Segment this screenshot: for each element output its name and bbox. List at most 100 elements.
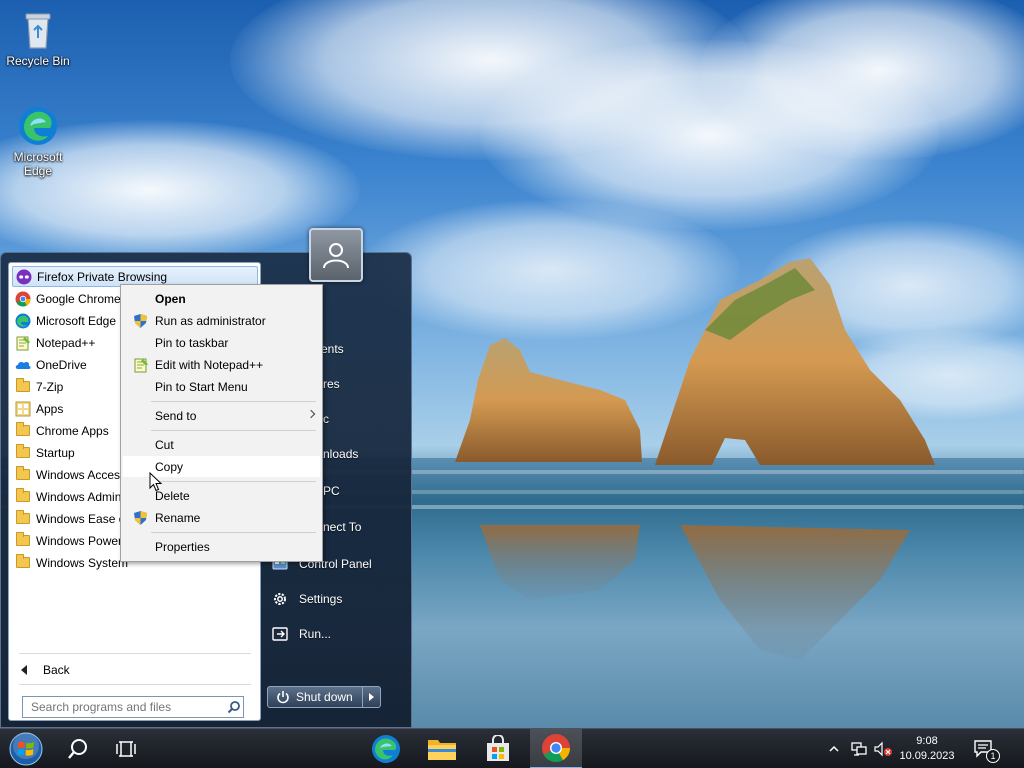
task-view-icon (116, 741, 136, 757)
context-item-label: Rename (155, 510, 201, 525)
edge-icon (372, 735, 400, 763)
onedrive-icon (15, 357, 31, 373)
program-label: Firefox Private Browsing (37, 269, 168, 284)
chrome-icon (542, 734, 570, 762)
file-explorer-icon (428, 740, 456, 760)
right-item-label: res (323, 377, 340, 391)
right-item-label: nect To (323, 520, 362, 534)
edge-icon (16, 104, 60, 148)
taskbar-file-explorer-button[interactable] (418, 729, 466, 768)
taskbar-chrome-button[interactable] (530, 729, 582, 768)
context-item-label: Pin to taskbar (155, 335, 229, 350)
recycle-bin-icon (16, 8, 60, 52)
volume-muted-icon (874, 741, 892, 757)
program-label: Windows PowerS (36, 533, 131, 548)
program-label: OneDrive (36, 357, 87, 372)
network-icon (851, 742, 867, 756)
context-item-pin-to-start-menu[interactable]: Pin to Start Menu (123, 376, 320, 397)
taskbar-search-button[interactable] (56, 729, 100, 768)
context-item-label: Send to (155, 408, 197, 423)
program-label: Windows Access (36, 467, 127, 482)
windows-orb-icon (9, 732, 43, 766)
folder-icon (15, 554, 31, 571)
clock-date: 10.09.2023 (899, 750, 955, 762)
program-label: Microsoft Edge (36, 313, 117, 328)
desktop-icon-label: Microsoft Edge (13, 150, 63, 178)
context-menu: Open Run as administrator Pin to taskbar… (120, 284, 323, 562)
context-item-send-to[interactable]: Send to (123, 405, 320, 426)
right-item-connect-to[interactable]: nect To (323, 516, 361, 538)
shutdown-button[interactable]: Shut down (267, 686, 381, 708)
gear-icon (271, 590, 289, 608)
context-item-edit-with-notepad-plus-plus[interactable]: Edit with Notepad++ (123, 354, 320, 375)
start-search-box[interactable] (22, 696, 244, 718)
task-view-button[interactable] (104, 729, 148, 768)
program-label: Google Chrome (36, 291, 121, 306)
power-icon (274, 688, 292, 706)
store-icon (487, 735, 509, 761)
context-separator (151, 430, 316, 431)
context-item-properties[interactable]: Properties (123, 536, 320, 557)
right-item-settings[interactable]: Settings (271, 588, 342, 610)
apps-icon (15, 401, 31, 417)
context-item-label: Edit with Notepad++ (155, 357, 264, 372)
chrome-icon (15, 291, 31, 307)
clock-button[interactable]: 9:08 10.09.2023 (898, 729, 956, 768)
right-item-this-pc[interactable]: PC (323, 480, 340, 502)
context-item-cut[interactable]: Cut (123, 434, 320, 455)
right-item-label: nloads (323, 447, 359, 461)
context-item-rename[interactable]: Rename (123, 507, 320, 528)
show-hidden-icons-button[interactable] (826, 729, 842, 768)
desktop-icon-recycle-bin[interactable]: Recycle Bin (3, 8, 73, 68)
folder-icon (15, 378, 31, 395)
program-label: Windows System (36, 555, 129, 570)
program-label: Notepad++ (36, 335, 96, 350)
context-separator (151, 481, 316, 482)
firefox-private-icon (16, 269, 32, 285)
program-label: Apps (36, 401, 64, 416)
back-arrow-icon (21, 665, 27, 675)
start-button[interactable] (2, 729, 50, 768)
context-item-label: Open (155, 291, 186, 306)
chevron-up-icon (829, 745, 839, 752)
context-item-label: Properties (155, 539, 210, 554)
context-item-label: Pin to Start Menu (155, 379, 248, 394)
volume-tray-button[interactable] (872, 729, 894, 768)
right-item-label: c (323, 412, 329, 426)
back-label: Back (43, 663, 70, 677)
user-icon (323, 243, 349, 269)
right-item-pictures[interactable]: res (323, 373, 340, 395)
folder-icon (15, 422, 31, 439)
program-label: Windows Ease of (36, 511, 129, 526)
taskbar: 9:08 10.09.2023 1 (0, 728, 1024, 768)
context-separator (151, 532, 316, 533)
right-item-music[interactable]: c (323, 408, 329, 430)
right-item-label: Run... (299, 627, 332, 641)
right-item-downloads[interactable]: nloads (323, 443, 358, 465)
action-center-button[interactable]: 1 (966, 729, 1002, 768)
folder-icon (15, 532, 31, 549)
program-label: Startup (36, 445, 75, 460)
desktop-icon-label: Recycle Bin (6, 54, 70, 68)
search-icon (68, 739, 87, 759)
context-item-run-as-administrator[interactable]: Run as administrator (123, 310, 320, 331)
notepad-plus-plus-icon (15, 335, 31, 351)
context-item-pin-to-taskbar[interactable]: Pin to taskbar (123, 332, 320, 353)
desktop-icon-microsoft-edge[interactable]: Microsoft Edge (3, 104, 73, 178)
back-button[interactable]: Back (17, 660, 70, 680)
context-item-open[interactable]: Open (123, 288, 320, 309)
right-item-run[interactable]: Run... (271, 623, 331, 645)
taskbar-store-button[interactable] (474, 729, 522, 768)
program-label: 7-Zip (36, 379, 64, 394)
shutdown-options-button[interactable] (362, 687, 380, 707)
right-item-label: Settings (299, 592, 343, 606)
search-input[interactable] (23, 698, 225, 716)
uac-shield-icon (132, 312, 149, 329)
taskbar-edge-button[interactable] (362, 729, 410, 768)
network-tray-button[interactable] (848, 729, 870, 768)
context-item-label: Run as administrator (155, 313, 266, 328)
run-icon (271, 625, 289, 643)
user-avatar[interactable] (309, 228, 363, 282)
shutdown-label: Shut down (296, 690, 353, 704)
clock-time: 9:08 (916, 735, 938, 747)
